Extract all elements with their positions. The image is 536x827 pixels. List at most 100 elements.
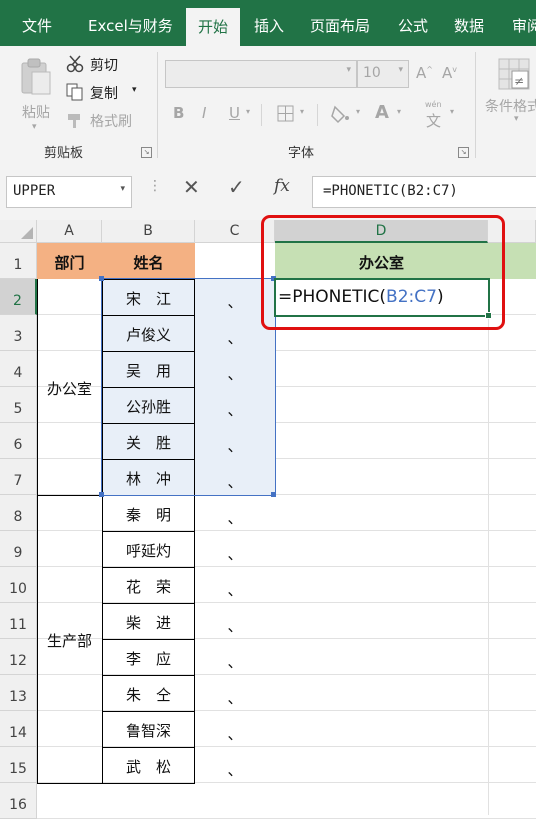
- tab-formulas[interactable]: 公式: [398, 0, 428, 46]
- tab-file[interactable]: 文件: [22, 0, 52, 46]
- header-cell-name[interactable]: 姓名: [102, 243, 195, 279]
- italic-button[interactable]: I: [202, 104, 206, 122]
- tab-data[interactable]: 数据: [454, 0, 484, 46]
- grow-font-button[interactable]: A^: [416, 64, 433, 82]
- font-launcher-icon[interactable]: ↘: [458, 147, 469, 158]
- chevron-down-icon[interactable]: ▾: [246, 107, 250, 116]
- select-all-corner[interactable]: [0, 220, 37, 243]
- paste-dropdown-icon[interactable]: ▾: [32, 122, 37, 132]
- row-header-15[interactable]: 15: [0, 747, 37, 783]
- column-header-a[interactable]: A: [37, 220, 102, 243]
- name-cell[interactable]: 花 荣: [102, 576, 195, 597]
- name-cell[interactable]: 呼延灼: [102, 540, 195, 561]
- name-cell[interactable]: 李 应: [102, 648, 195, 669]
- separator-cell[interactable]: 、: [195, 687, 275, 708]
- row-header-6[interactable]: 6: [0, 423, 37, 459]
- tab-home[interactable]: 开始: [186, 8, 240, 46]
- tab-excel-finance[interactable]: Excel与财务: [88, 0, 173, 46]
- name-cell[interactable]: 朱 仝: [102, 684, 195, 705]
- borders-icon[interactable]: [277, 105, 295, 123]
- shrink-font-button[interactable]: Av: [442, 64, 457, 82]
- header-cell-dept[interactable]: 部门: [37, 243, 102, 279]
- row-header-8[interactable]: 8: [0, 495, 37, 531]
- tab-page-layout[interactable]: 页面布局: [310, 0, 370, 46]
- row-header-12[interactable]: 12: [0, 639, 37, 675]
- column-header-b[interactable]: B: [102, 220, 195, 243]
- separator-cell[interactable]: 、: [195, 507, 275, 528]
- divider: [261, 104, 262, 126]
- row-header-14[interactable]: 14: [0, 711, 37, 747]
- conditional-format-icon[interactable]: ≠: [498, 58, 532, 92]
- separator-cell[interactable]: 、: [195, 723, 275, 744]
- row-header-13[interactable]: 13: [0, 675, 37, 711]
- drag-handle-icon[interactable]: ⋮: [148, 178, 162, 194]
- table-border: [102, 603, 195, 604]
- row-header-7[interactable]: 7: [0, 459, 37, 495]
- row-header-11[interactable]: 11: [0, 603, 37, 639]
- bold-button[interactable]: B: [173, 104, 184, 122]
- name-cell[interactable]: 秦 明: [102, 504, 195, 525]
- table-border: [102, 531, 195, 532]
- range-handle[interactable]: [271, 492, 276, 497]
- font-name-combo[interactable]: ▾: [165, 60, 357, 88]
- separator-cell[interactable]: 、: [195, 759, 275, 780]
- name-box-value: UPPER: [13, 183, 56, 199]
- chevron-down-icon[interactable]: ▾: [397, 107, 401, 116]
- conditional-format-label: 条件格式: [485, 99, 536, 115]
- table-border: [37, 495, 102, 496]
- row-header-3[interactable]: 3: [0, 315, 37, 351]
- brush-icon: [68, 114, 80, 128]
- font-color-icon[interactable]: A: [375, 102, 389, 123]
- tab-review[interactable]: 审阅: [512, 0, 536, 46]
- cut-button[interactable]: 剪切: [66, 54, 152, 76]
- separator-cell[interactable]: 、: [195, 651, 275, 672]
- enter-button[interactable]: ✓: [228, 175, 245, 199]
- clipboard-launcher-icon[interactable]: ↘: [141, 147, 152, 158]
- row-header-1[interactable]: 1: [0, 243, 37, 279]
- font-size-value: 10: [363, 65, 381, 81]
- table-border: [37, 279, 38, 783]
- chevron-down-icon[interactable]: ▾: [120, 184, 125, 194]
- row-header-9[interactable]: 9: [0, 531, 37, 567]
- formula-input[interactable]: =PHONETIC(B2:C7): [312, 176, 536, 208]
- chevron-down-icon[interactable]: ▾: [450, 107, 454, 116]
- separator-cell[interactable]: 、: [195, 615, 275, 636]
- divider: [317, 104, 318, 126]
- group-divider: [475, 52, 476, 158]
- insert-function-button[interactable]: fx: [274, 176, 290, 196]
- fill-color-icon[interactable]: [331, 103, 351, 125]
- chevron-down-icon[interactable]: ▾: [356, 107, 360, 116]
- chevron-down-icon[interactable]: ▾: [514, 114, 519, 124]
- name-cell[interactable]: 鲁智深: [102, 720, 195, 741]
- chevron-down-icon: ▾: [398, 65, 403, 75]
- cancel-button[interactable]: ✕: [183, 175, 200, 199]
- phonetic-button[interactable]: wén 文: [423, 100, 447, 130]
- format-painter-button[interactable]: 格式刷: [66, 110, 152, 132]
- row-header-10[interactable]: 10: [0, 567, 37, 603]
- copy-dropdown-icon[interactable]: ▾: [132, 85, 137, 95]
- row-header-2[interactable]: 2: [0, 279, 37, 315]
- range-handle[interactable]: [99, 276, 104, 281]
- row-header-16[interactable]: 16: [0, 783, 37, 819]
- font-size-combo[interactable]: 10 ▾: [357, 60, 409, 88]
- paste-button[interactable]: 粘贴 ▾: [14, 56, 58, 138]
- row-header-4[interactable]: 4: [0, 351, 37, 387]
- name-cell[interactable]: 武 松: [102, 756, 195, 777]
- row-header-5[interactable]: 5: [0, 387, 37, 423]
- clipboard-icon: [21, 58, 51, 95]
- scissors-icon: [66, 55, 84, 73]
- phonetic-glyph: 文: [426, 112, 442, 130]
- separator-cell[interactable]: 、: [195, 543, 275, 564]
- tab-insert[interactable]: 插入: [254, 0, 284, 46]
- range-handle[interactable]: [99, 492, 104, 497]
- copy-button[interactable]: 复制 ▾: [66, 82, 152, 104]
- worksheet-grid[interactable]: A B C D 1 2 3 4 5 6 7 8 9 10 11 12 13 14 15 16 部门 姓名 办公…: [0, 215, 536, 819]
- group-office[interactable]: 办公室: [37, 378, 102, 399]
- underline-button[interactable]: U: [229, 104, 240, 122]
- name-box[interactable]: UPPER ▾: [6, 176, 132, 208]
- chevron-down-icon[interactable]: ▾: [300, 107, 304, 116]
- separator-cell[interactable]: 、: [195, 579, 275, 600]
- group-production[interactable]: 生产部: [37, 630, 102, 651]
- name-cell[interactable]: 柴 进: [102, 612, 195, 633]
- clipboard-group-label: 剪贴板: [44, 146, 84, 161]
